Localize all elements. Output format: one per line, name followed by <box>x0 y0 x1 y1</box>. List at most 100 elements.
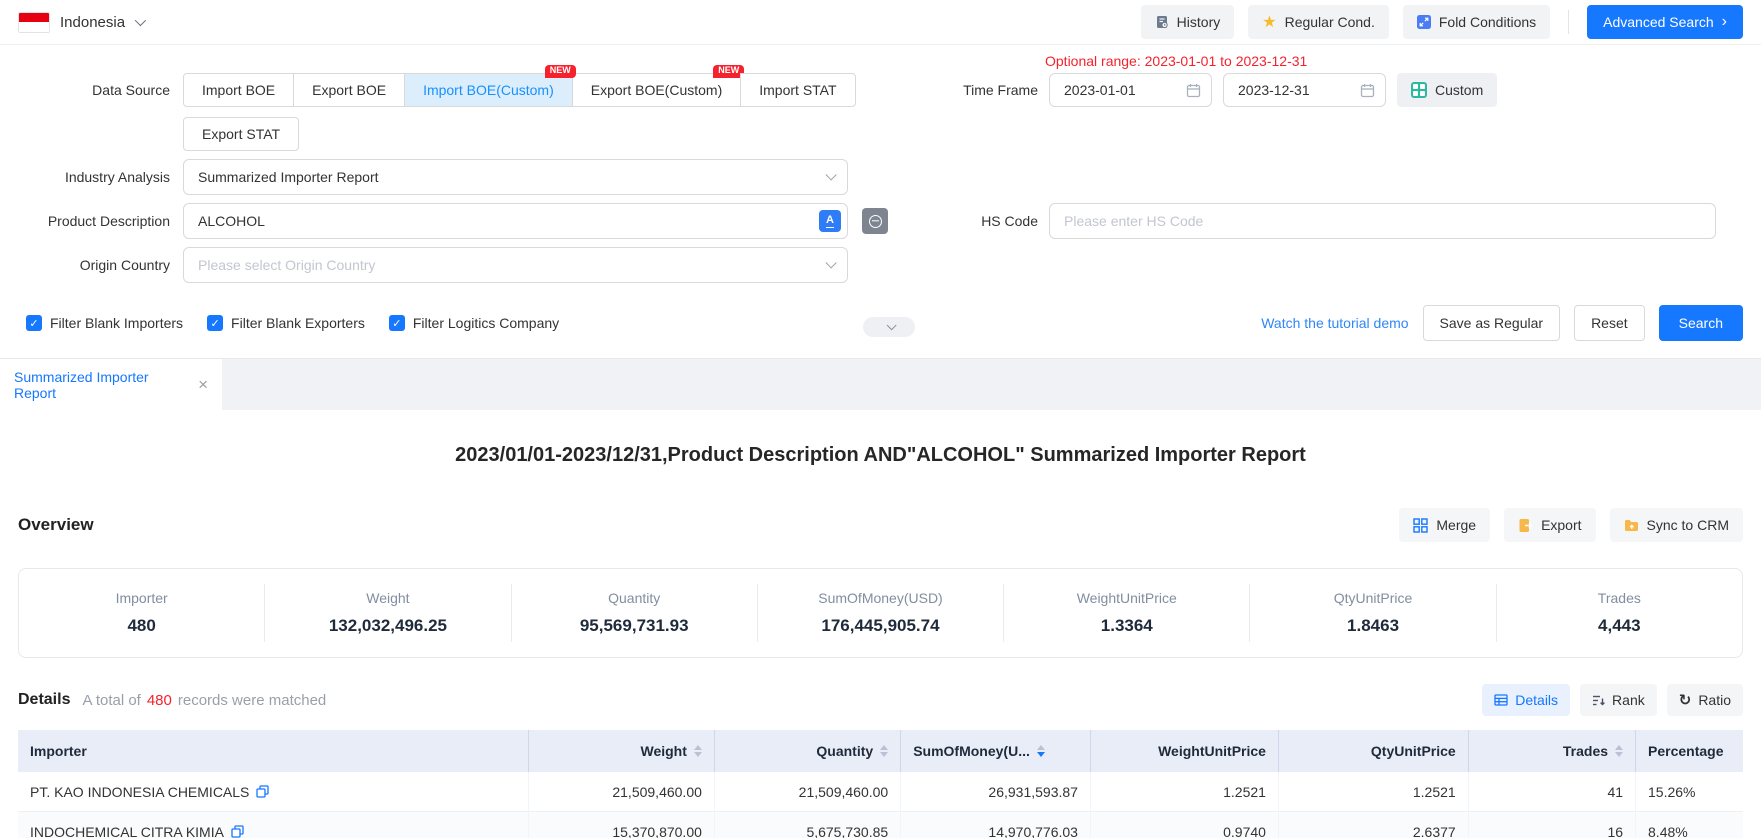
tab-export-boe[interactable]: Export BOE <box>293 73 405 107</box>
tab-export-stat[interactable]: Export STAT <box>183 117 299 151</box>
copy-icon[interactable] <box>231 825 244 838</box>
sum-of-money-cell: 26,931,593.87 <box>901 772 1091 812</box>
importer-cell[interactable]: INDOCHEMICAL CITRA KIMIA <box>18 812 529 838</box>
history-icon <box>1155 15 1169 29</box>
industry-analysis-row: Industry Analysis Summarized Importer Re… <box>0 159 848 195</box>
advanced-search-button[interactable]: Advanced Search › <box>1587 5 1743 39</box>
overview-heading: Overview <box>18 515 94 535</box>
hs-code-input[interactable] <box>1049 203 1716 239</box>
topbar: Indonesia History ★ Regular Cond. Fold C… <box>0 0 1761 45</box>
tab-export-boe-custom[interactable]: Export BOE(Custom) NEW <box>572 73 741 107</box>
fold-conditions-button[interactable]: Fold Conditions <box>1403 5 1550 39</box>
filter-blank-importers-checkbox[interactable]: ✓ Filter Blank Importers <box>26 315 183 331</box>
product-description-label: Product Description <box>0 213 183 229</box>
history-label: History <box>1177 14 1221 30</box>
topbar-actions: History ★ Regular Cond. Fold Conditions … <box>1127 5 1743 39</box>
product-description-input[interactable] <box>183 203 848 239</box>
match-summary: A total of480records were matched <box>82 692 326 709</box>
col-quantity[interactable]: Quantity <box>715 730 901 772</box>
col-importer: Importer <box>18 730 529 772</box>
expand-conditions-button[interactable] <box>863 317 915 337</box>
origin-country-placeholder: Please select Origin Country <box>198 257 825 273</box>
match-count: 480 <box>147 692 172 709</box>
export-icon <box>1518 518 1533 533</box>
country-name: Indonesia <box>60 14 125 31</box>
report-title: 2023/01/01-2023/12/31,Product Descriptio… <box>0 440 1761 470</box>
product-description-wrap: A <box>183 203 848 239</box>
copy-icon[interactable] <box>256 785 269 798</box>
stat-trades: Trades 4,443 <box>1496 584 1742 642</box>
tab-import-boe[interactable]: Import BOE <box>183 73 294 107</box>
stat-weight-unit-price: WeightUnitPrice 1.3364 <box>1003 584 1249 642</box>
col-weight[interactable]: Weight <box>529 730 715 772</box>
sum-of-money-cell: 14,970,776.03 <box>901 812 1091 838</box>
hs-code-row: HS Code <box>860 203 1716 239</box>
fold-icon <box>1417 15 1431 29</box>
translate-icon[interactable]: A <box>819 210 841 232</box>
save-as-regular-button[interactable]: Save as Regular <box>1423 305 1561 341</box>
advanced-search-label: Advanced Search <box>1603 14 1714 30</box>
view-ratio-button[interactable]: ↻ Ratio <box>1667 684 1743 716</box>
merge-button[interactable]: Merge <box>1399 508 1490 542</box>
merge-label: Merge <box>1436 517 1476 533</box>
sort-icon[interactable] <box>694 745 702 757</box>
date-start-picker[interactable]: 2023-01-01 <box>1049 73 1212 107</box>
table-header: Importer Weight Quantity SumOfMoney(U...… <box>18 730 1743 772</box>
tutorial-link[interactable]: Watch the tutorial demo <box>1261 315 1408 331</box>
time-frame-label: Time Frame <box>860 82 1038 98</box>
col-sum-of-money[interactable]: SumOfMoney(U... <box>901 730 1091 772</box>
country-selector[interactable]: Indonesia <box>18 12 143 33</box>
weight-cell: 21,509,460.00 <box>529 772 715 812</box>
table-row: INDOCHEMICAL CITRA KIMIA 15,370,870.00 5… <box>18 812 1743 838</box>
tab-import-stat[interactable]: Import STAT <box>740 73 855 107</box>
export-button[interactable]: Export <box>1504 508 1595 542</box>
stat-importer: Importer 480 <box>19 584 264 642</box>
sync-to-crm-button[interactable]: Sync to CRM <box>1610 508 1743 542</box>
filter-logitics-company-checkbox[interactable]: ✓ Filter Logitics Company <box>389 315 559 331</box>
tab-import-boe-custom[interactable]: Import BOE(Custom) NEW <box>404 73 573 107</box>
search-button[interactable]: Search <box>1659 305 1743 341</box>
col-qty-unit-price: QtyUnitPrice <box>1279 730 1469 772</box>
view-details-button[interactable]: Details <box>1482 684 1570 716</box>
weight-unit-price-cell: 1.2521 <box>1091 772 1279 812</box>
details-table: Importer Weight Quantity SumOfMoney(U...… <box>18 730 1743 838</box>
divider <box>1568 10 1569 34</box>
sort-icon[interactable] <box>1615 745 1623 757</box>
close-icon[interactable]: × <box>198 376 208 393</box>
ratio-icon: ↻ <box>1679 693 1692 708</box>
tab-summarized-importer-report[interactable]: Summarized Importer Report × <box>0 359 222 410</box>
trades-cell: 41 <box>1469 772 1636 812</box>
filter-blank-exporters-checkbox[interactable]: ✓ Filter Blank Exporters <box>207 315 365 331</box>
star-icon: ★ <box>1262 14 1276 30</box>
origin-country-select[interactable]: Please select Origin Country <box>183 247 848 283</box>
filter-label: Filter Blank Exporters <box>231 315 365 331</box>
percentage-cell: 15.26% <box>1636 772 1743 812</box>
stat-weight: Weight 132,032,496.25 <box>264 584 510 642</box>
regular-cond-button[interactable]: ★ Regular Cond. <box>1248 5 1389 39</box>
view-rank-button[interactable]: Rank <box>1580 684 1657 716</box>
reset-button[interactable]: Reset <box>1574 305 1645 341</box>
history-button[interactable]: History <box>1141 5 1235 39</box>
details-grid-icon <box>1494 694 1508 706</box>
custom-icon <box>1411 82 1427 98</box>
details-header: Details A total of480records were matche… <box>0 684 1761 716</box>
importer-name: PT. KAO INDONESIA CHEMICALS <box>30 784 249 800</box>
custom-range-button[interactable]: Custom <box>1397 73 1497 107</box>
rank-icon <box>1592 694 1605 707</box>
col-trades[interactable]: Trades <box>1469 730 1636 772</box>
filters-row: ✓ Filter Blank Importers ✓ Filter Blank … <box>26 315 559 331</box>
chevron-down-icon <box>825 257 836 268</box>
new-badge: NEW <box>545 65 576 78</box>
date-end-picker[interactable]: 2023-12-31 <box>1223 73 1386 107</box>
importer-cell[interactable]: PT. KAO INDONESIA CHEMICALS <box>18 772 529 812</box>
industry-analysis-select[interactable]: Summarized Importer Report <box>183 159 848 195</box>
sort-icon[interactable] <box>880 745 888 757</box>
calendar-icon <box>1360 83 1375 98</box>
form-actions: Watch the tutorial demo Save as Regular … <box>1261 305 1743 341</box>
calendar-icon <box>1186 83 1201 98</box>
sync-to-crm-label: Sync to CRM <box>1647 517 1729 533</box>
sort-icon-active-desc[interactable] <box>1037 745 1045 757</box>
chevron-right-icon: › <box>1722 14 1727 30</box>
col-weight-unit-price: WeightUnitPrice <box>1091 730 1279 772</box>
importer-name: INDOCHEMICAL CITRA KIMIA <box>30 824 224 838</box>
